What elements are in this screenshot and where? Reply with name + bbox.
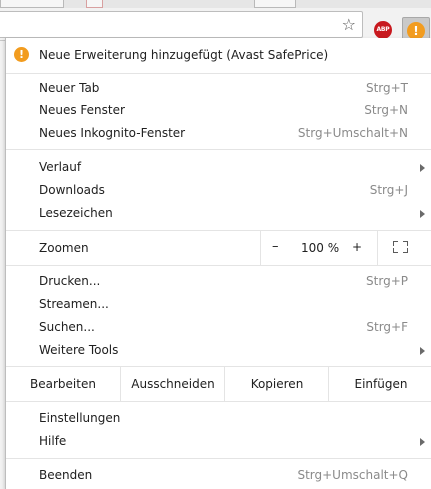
menu-edit-row: Bearbeiten Ausschneiden Kopieren Einfüge… xyxy=(6,367,431,401)
warning-icon: ! xyxy=(14,47,29,62)
menu-separator xyxy=(6,73,431,74)
menu-item-cast[interactable]: Streamen... xyxy=(6,294,431,316)
tab-right[interactable] xyxy=(254,0,296,8)
menu-item-label: Drucken... xyxy=(39,274,101,288)
paste-button[interactable]: Einfügen xyxy=(328,367,431,401)
menu-item-label: Streamen... xyxy=(39,297,109,311)
zoom-divider xyxy=(260,231,261,265)
menu-item-find[interactable]: Suchen... Strg+F xyxy=(6,317,431,339)
menu-item-new-window[interactable]: Neues Fenster Strg+N xyxy=(6,100,431,122)
submenu-arrow-icon xyxy=(420,210,425,218)
submenu-arrow-icon xyxy=(420,438,425,446)
menu-item-label: Lesezeichen xyxy=(39,206,113,220)
browser-toolbar: ☆ ABP ! xyxy=(0,8,431,45)
tab-left[interactable] xyxy=(0,0,64,8)
menu-item-quit[interactable]: Beenden Strg+Umschalt+Q xyxy=(6,465,431,487)
chrome-main-menu: ! Neue Erweiterung hinzugefügt (Avast Sa… xyxy=(5,38,431,489)
menu-item-downloads[interactable]: Downloads Strg+J xyxy=(6,180,431,202)
menu-item-label: Neuer Tab xyxy=(39,81,100,95)
submenu-arrow-icon xyxy=(420,164,425,172)
submenu-arrow-icon xyxy=(420,347,425,355)
menu-separator xyxy=(6,149,431,150)
menu-item-label: Verlauf xyxy=(39,160,82,174)
menu-item-shortcut: Strg+J xyxy=(369,183,408,197)
menu-item-shortcut: Strg+F xyxy=(366,320,408,334)
menu-item-label: Einstellungen xyxy=(39,411,121,425)
menu-item-history[interactable]: Verlauf xyxy=(6,157,431,179)
menu-item-shortcut: Strg+T xyxy=(365,81,408,95)
menu-item-new-tab[interactable]: Neuer Tab Strg+T xyxy=(6,78,431,100)
menu-item-new-incognito-window[interactable]: Neues Inkognito-Fenster Strg+Umschalt+N xyxy=(6,123,431,145)
copy-button[interactable]: Kopieren xyxy=(224,367,329,401)
edit-label: Bearbeiten xyxy=(30,377,96,391)
cut-button[interactable]: Ausschneiden xyxy=(120,367,225,401)
menu-item-extension-notice[interactable]: ! Neue Erweiterung hinzugefügt (Avast Sa… xyxy=(6,43,431,67)
menu-item-label: Neue Erweiterung hinzugefügt (Avast Safe… xyxy=(39,48,329,62)
zoom-value: 100 % xyxy=(301,241,340,255)
menu-item-label: Weitere Tools xyxy=(39,343,119,357)
address-bar[interactable]: ☆ xyxy=(0,11,363,38)
menu-item-shortcut: Strg+Umschalt+N xyxy=(297,126,408,140)
star-icon[interactable]: ☆ xyxy=(342,15,356,34)
menu-separator xyxy=(6,401,431,402)
menu-item-print[interactable]: Drucken... Strg+P xyxy=(6,271,431,293)
menu-item-shortcut: Strg+P xyxy=(366,274,408,288)
menu-item-label: Neues Inkognito-Fenster xyxy=(39,126,186,140)
tab-favicon[interactable] xyxy=(86,0,103,8)
menu-item-shortcut: Strg+Umschalt+Q xyxy=(297,468,408,482)
fullscreen-icon[interactable] xyxy=(393,241,408,253)
tab-strip xyxy=(0,0,431,8)
menu-item-label: Neues Fenster xyxy=(39,103,125,117)
menu-item-label: Suchen... xyxy=(39,320,95,334)
menu-item-shortcut: Strg+N xyxy=(364,103,408,117)
menu-zoom-row: Zoomen – 100 % + xyxy=(6,231,431,265)
abp-icon[interactable]: ABP xyxy=(374,21,392,39)
menu-separator xyxy=(6,265,431,266)
menu-item-help[interactable]: Hilfe xyxy=(6,431,431,453)
zoom-out-button[interactable]: – xyxy=(272,239,279,254)
zoom-label: Zoomen xyxy=(39,241,89,255)
zoom-in-button[interactable]: + xyxy=(352,240,362,254)
menu-separator xyxy=(6,458,431,459)
menu-item-label: Downloads xyxy=(39,183,105,197)
menu-item-bookmarks[interactable]: Lesezeichen xyxy=(6,203,431,225)
menu-item-label: Hilfe xyxy=(39,434,67,448)
zoom-divider xyxy=(377,231,378,265)
menu-item-settings[interactable]: Einstellungen xyxy=(6,408,431,430)
menu-item-label: Beenden xyxy=(39,468,93,482)
menu-item-more-tools[interactable]: Weitere Tools xyxy=(6,340,431,362)
